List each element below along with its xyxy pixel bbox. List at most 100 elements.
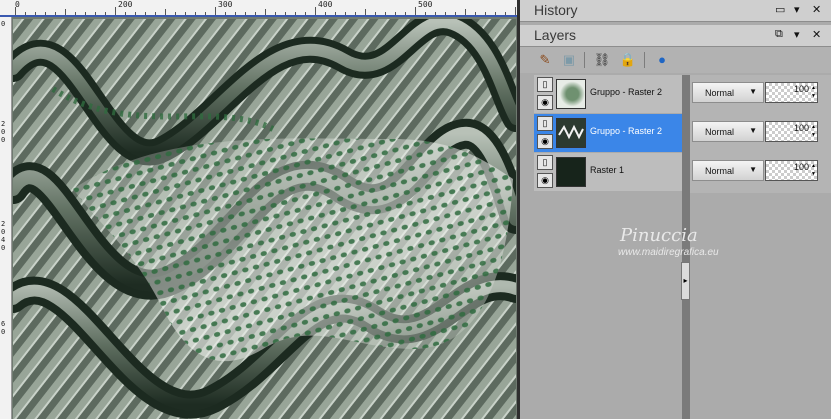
vertical-ruler: 0 2 0 0 2 0 4 0 6 0 bbox=[0, 17, 12, 419]
layer-name[interactable]: Gruppo - Raster 2 bbox=[590, 87, 662, 97]
dropdown-icon[interactable]: ▾ bbox=[794, 3, 800, 16]
chevron-down-icon: ▼ bbox=[749, 126, 757, 135]
ruler-mark bbox=[325, 12, 326, 15]
ruler-mark bbox=[495, 12, 496, 15]
ruler-mark bbox=[55, 12, 56, 15]
ruler-tick: 2 bbox=[1, 220, 6, 228]
opacity-field[interactable]: 100 ▲ ▼ bbox=[765, 160, 818, 181]
toolbar-separator bbox=[584, 52, 585, 68]
ruler-mark bbox=[205, 12, 206, 15]
ruler-mark bbox=[135, 12, 136, 15]
lock-icon[interactable]: 🔒 bbox=[619, 51, 637, 69]
ruler-tick: 200 bbox=[118, 0, 133, 9]
watermark-signature: Pinuccia bbox=[620, 225, 698, 246]
ruler-tick: 300 bbox=[218, 0, 233, 9]
ruler-mark bbox=[75, 12, 76, 15]
layer-thumbnail bbox=[556, 118, 586, 148]
watermark-url: www.maidiregrafica.eu bbox=[618, 247, 719, 258]
close-icon[interactable]: ✕ bbox=[812, 3, 821, 16]
layer-thumbnail bbox=[556, 157, 586, 187]
opacity-field[interactable]: 100 ▲ ▼ bbox=[765, 82, 818, 103]
dropdown-icon[interactable]: ▾ bbox=[794, 28, 800, 41]
ruler-tick: 500 bbox=[418, 0, 433, 9]
ruler-mark bbox=[275, 12, 276, 15]
ruler-tick: 0 bbox=[1, 328, 6, 336]
mask-icon[interactable]: ▣ bbox=[560, 51, 578, 69]
blend-mode-label: Normal bbox=[705, 166, 735, 176]
ruler-mark bbox=[255, 12, 256, 15]
ruler-mark bbox=[305, 12, 306, 15]
chevron-down-icon: ▼ bbox=[749, 87, 757, 96]
brush-icon[interactable]: ✎ bbox=[536, 51, 554, 69]
ruler-mark bbox=[145, 12, 146, 15]
ruler-tick: 0 bbox=[1, 20, 6, 28]
zigzag-thumbnail-icon bbox=[558, 124, 584, 140]
ruler-mark bbox=[105, 12, 106, 15]
dock-panel: History ▭ ▾ ✕ Layers ⧉ ▾ ✕ ✎ ▣ ⛓ 🔒 ● ▯ ◉… bbox=[520, 0, 831, 419]
layer-row[interactable]: ▯ ◉ Gruppo - Raster 2 bbox=[534, 114, 684, 152]
ruler-mark bbox=[475, 12, 476, 15]
ruler-mark bbox=[245, 12, 246, 15]
ruler-mark bbox=[125, 12, 126, 15]
ruler-mark bbox=[115, 7, 116, 15]
ruler-mark bbox=[45, 12, 46, 15]
blend-mode-dropdown[interactable]: Normal ▼ bbox=[692, 82, 764, 103]
ruler-mark bbox=[505, 12, 506, 15]
eye-icon[interactable]: ◉ bbox=[537, 134, 553, 149]
ruler-mark bbox=[265, 9, 266, 15]
opacity-value: 100 bbox=[793, 162, 809, 172]
green-halftone-wave-artwork[interactable] bbox=[13, 19, 516, 419]
restore-icon[interactable]: ▭ bbox=[775, 3, 785, 16]
horizontal-ruler: 0 200 300 400 500 bbox=[0, 0, 519, 17]
ruler-mark bbox=[85, 12, 86, 15]
ruler-mark bbox=[195, 12, 196, 15]
restore-icon[interactable]: ⧉ bbox=[775, 28, 783, 41]
history-panel-title: History bbox=[534, 2, 578, 18]
link-icon[interactable]: ⛓ bbox=[593, 51, 611, 69]
layer-row[interactable]: ▯ ◉ Gruppo - Raster 2 bbox=[534, 75, 684, 113]
ruler-tick: 0 bbox=[1, 136, 6, 144]
ruler-mark bbox=[335, 12, 336, 15]
opacity-field[interactable]: 100 ▲ ▼ bbox=[765, 121, 818, 142]
history-panel-header[interactable]: History ▭ ▾ ✕ bbox=[520, 0, 831, 22]
blend-mode-dropdown[interactable]: Normal ▼ bbox=[692, 160, 764, 181]
layer-type-icon[interactable]: ▯ bbox=[537, 77, 553, 92]
layer-name[interactable]: Raster 1 bbox=[590, 165, 624, 175]
close-icon[interactable]: ✕ bbox=[812, 28, 821, 41]
layer-row[interactable]: ▯ ◉ Raster 1 bbox=[534, 153, 684, 191]
blend-mode-dropdown[interactable]: Normal ▼ bbox=[692, 121, 764, 142]
ruler-mark bbox=[395, 12, 396, 15]
ruler-mark bbox=[405, 12, 406, 15]
ruler-mark bbox=[285, 12, 286, 15]
eye-icon[interactable]: ◉ bbox=[537, 173, 553, 188]
ruler-mark bbox=[95, 12, 96, 15]
layer-type-icon[interactable]: ▯ bbox=[537, 155, 553, 170]
ruler-tick: 4 bbox=[1, 236, 6, 244]
ruler-mark bbox=[15, 7, 16, 15]
ruler-mark bbox=[315, 7, 316, 15]
ruler-mark bbox=[385, 12, 386, 15]
eye-icon[interactable]: ◉ bbox=[537, 95, 553, 110]
image-canvas-area[interactable]: 0 200 300 400 500 0 2 0 0 2 0 4 0 6 0 bbox=[0, 0, 519, 419]
globe-icon[interactable]: ● bbox=[653, 51, 671, 69]
layers-toolbar: ✎ ▣ ⛓ 🔒 ● bbox=[520, 47, 831, 73]
spinner-icon[interactable]: ▲ ▼ bbox=[811, 162, 816, 178]
collapse-arrow-icon[interactable]: ▸ bbox=[681, 262, 690, 300]
layer-type-icon[interactable]: ▯ bbox=[537, 116, 553, 131]
ruler-mark bbox=[465, 9, 466, 15]
ruler-mark bbox=[445, 12, 446, 15]
layer-properties: Normal ▼ 100 ▲ ▼ Normal ▼ 100 ▲ ▼ Normal ▼… bbox=[690, 75, 831, 193]
opacity-value: 100 bbox=[793, 84, 809, 94]
layer-name[interactable]: Gruppo - Raster 2 bbox=[590, 126, 662, 136]
spinner-icon[interactable]: ▲ ▼ bbox=[811, 84, 816, 100]
layers-panel-header[interactable]: Layers ⧉ ▾ ✕ bbox=[520, 25, 831, 47]
ruler-tick: 0 bbox=[1, 128, 6, 136]
ruler-mark bbox=[435, 12, 436, 15]
ruler-mark bbox=[165, 9, 166, 15]
ruler-mark bbox=[65, 9, 66, 15]
ruler-tick: 0 bbox=[1, 244, 6, 252]
ruler-tick: 0 bbox=[1, 228, 6, 236]
spinner-icon[interactable]: ▲ ▼ bbox=[811, 123, 816, 139]
blend-mode-label: Normal bbox=[705, 88, 735, 98]
ruler-mark bbox=[455, 12, 456, 15]
